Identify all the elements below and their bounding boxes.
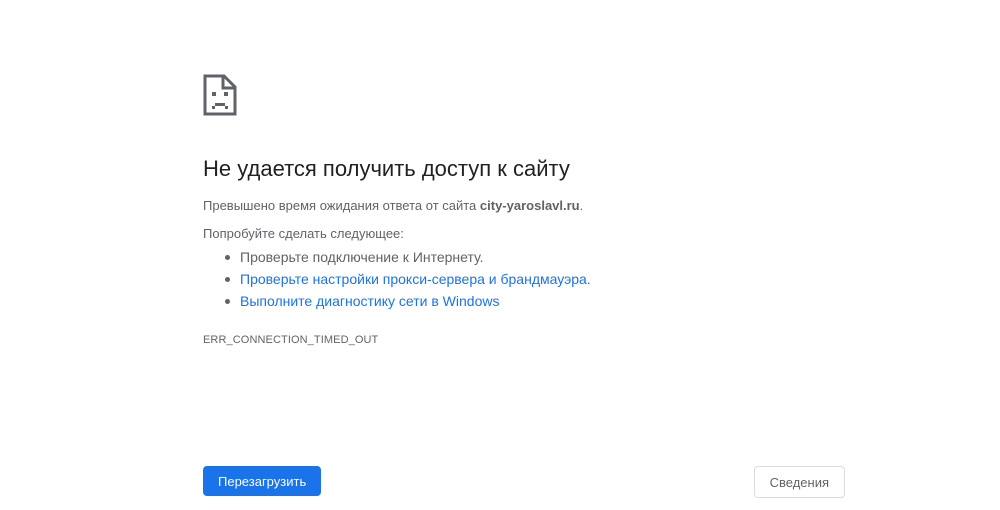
page-title: Не удается получить доступ к сайту — [203, 156, 570, 181]
suggestion-check-connection: Проверьте подключение к Интернету. — [225, 246, 843, 268]
suggestion-text: Проверьте подключение к Интернету. — [240, 249, 484, 265]
suggestion-check-proxy[interactable]: Проверьте настройки прокси-сервера и бра… — [225, 268, 843, 290]
summary-prefix: Превышено время ожидания ответа от сайта — [203, 198, 480, 213]
main-content: Не удается получить доступ к сайту Превы… — [203, 74, 843, 347]
site-name: city-yaroslavl.ru — [479, 198, 580, 213]
summary-suffix: . — [579, 198, 584, 213]
error-summary: Превышено время ожидания ответа от сайта… — [203, 197, 843, 215]
details-button[interactable]: Сведения — [753, 466, 845, 498]
suggestions-heading: Попробуйте сделать следующее: — [203, 226, 404, 241]
sad-page-icon — [203, 74, 237, 116]
error-code: ERR_CONNECTION_TIMED_OUT — [203, 334, 379, 346]
check-proxy-link[interactable]: Проверьте настройки прокси-сервера и бра… — [240, 271, 591, 287]
suggestions-list: Проверьте подключение к Интернету. Прове… — [203, 246, 843, 312]
suggestion-network-diagnostics[interactable]: Выполните диагностику сети в Windows — [225, 290, 843, 312]
network-diagnostics-link[interactable]: Выполните диагностику сети в Windows — [240, 293, 499, 309]
error-page: Не удается получить доступ к сайту Превы… — [0, 0, 1000, 510]
reload-button[interactable]: Перезагрузить — [203, 466, 322, 496]
